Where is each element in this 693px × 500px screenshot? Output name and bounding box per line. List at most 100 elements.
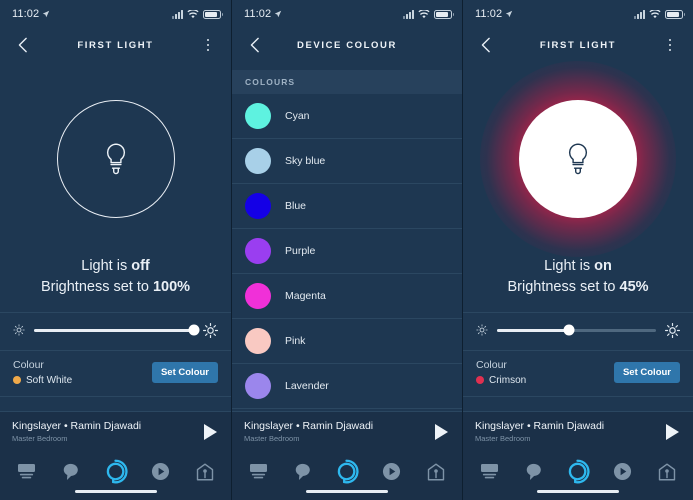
panel-device-detail-on: 11:02 FIRST LIGHT Light is on Brightness… [462, 0, 693, 500]
overflow-menu-button[interactable] [659, 34, 681, 56]
page-title: DEVICE COLOUR [297, 39, 397, 51]
play-circle-icon [151, 462, 169, 481]
brightness-slider-thumb[interactable] [563, 324, 575, 336]
tab-communicate[interactable] [55, 458, 87, 486]
light-bulb-icon [106, 143, 125, 175]
colour-swatch-dot [13, 376, 21, 384]
light-bulb-icon [568, 143, 588, 175]
brightness-state-prefix: Brightness set to [40, 278, 153, 295]
back-button[interactable] [244, 34, 266, 56]
set-colour-button[interactable]: Set Colour [613, 361, 680, 383]
tab-play[interactable] [606, 458, 638, 486]
tab-play[interactable] [375, 458, 407, 486]
play-icon[interactable] [204, 423, 217, 440]
overflow-menu-button[interactable] [197, 34, 219, 56]
power-state-line: Light is off [10, 256, 221, 277]
colours-section-header: COLOURS [232, 70, 462, 94]
status-time: 11:02 [12, 8, 50, 20]
tab-communicate[interactable] [287, 458, 319, 486]
status-bar: 11:02 [0, 0, 231, 28]
colour-swatch [245, 283, 271, 309]
tab-devices[interactable] [189, 458, 221, 486]
brightness-slider-fill [497, 328, 569, 332]
tab-alexa[interactable] [331, 458, 363, 486]
home-indicator [463, 489, 693, 500]
list-item[interactable]: Sky blue [232, 139, 462, 184]
communicate-bubble-icon [526, 463, 541, 480]
list-item[interactable]: Pink [232, 319, 462, 364]
colour-options-list: Cyan Sky blue Blue Purple Magenta Pink L… [232, 94, 462, 411]
device-state-text: Light is on Brightness set to 45% [463, 256, 693, 312]
media-info: Kingslayer • Ramin Djawadi Master Bedroo… [12, 420, 141, 444]
device-hero [0, 62, 231, 256]
nav-bar: FIRST LIGHT [463, 28, 693, 62]
device-hero [463, 60, 693, 257]
colour-swatch [245, 103, 271, 129]
screenshot-triptych: 11:02 FIRST LIGHT Light is off Brightnes… [0, 0, 693, 500]
brightness-slider-thumb[interactable] [188, 324, 200, 336]
tab-devices[interactable] [651, 458, 683, 486]
brightness-state-line: Brightness set to 45% [473, 277, 683, 298]
brightness-state-value: 100% [152, 278, 191, 295]
colour-info: Colour Crimson [476, 359, 526, 386]
brightness-slider-track[interactable] [497, 324, 656, 336]
communicate-bubble-icon [295, 463, 310, 480]
play-icon[interactable] [435, 423, 448, 440]
nav-bar: FIRST LIGHT [0, 28, 231, 62]
list-item[interactable]: Purple [232, 229, 462, 274]
colour-swatch [245, 328, 271, 354]
power-state-value: off [131, 257, 150, 274]
tab-devices[interactable] [420, 458, 452, 486]
panel-bottom-spacer [463, 397, 693, 411]
power-state-prefix: Light is [544, 257, 595, 274]
brightness-slider-track[interactable] [34, 324, 200, 336]
list-item[interactable]: Lavender [232, 364, 462, 409]
play-icon[interactable] [666, 423, 679, 440]
status-indicators [403, 9, 454, 19]
brightness-slider-row [463, 311, 693, 350]
colour-swatch [245, 373, 271, 399]
tab-home-feed[interactable] [242, 458, 274, 486]
list-item[interactable]: Cyan [232, 94, 462, 139]
colour-option-label: Lavender [285, 380, 329, 392]
status-time-label: 11:02 [244, 8, 272, 20]
media-info: Kingslayer • Ramin Djawadi Master Bedroo… [244, 420, 373, 444]
media-device: Master Bedroom [244, 433, 300, 443]
media-bar[interactable]: Kingslayer • Ramin Djawadi Master Bedroo… [463, 410, 693, 451]
tab-home-feed[interactable] [473, 458, 505, 486]
tab-play[interactable] [144, 458, 176, 486]
set-colour-button[interactable]: Set Colour [151, 361, 218, 383]
colour-value-label: Soft White [26, 374, 73, 386]
panel-bottom-spacer [0, 397, 231, 411]
home-feed-icon [17, 463, 35, 479]
colour-setting-row: Colour Soft White Set Colour [0, 349, 231, 397]
media-bar[interactable]: Kingslayer • Ramin Djawadi Master Bedroo… [232, 410, 462, 451]
wifi-icon [418, 9, 430, 18]
tab-alexa[interactable] [99, 458, 131, 486]
home-feed-icon [480, 463, 498, 479]
panel-device-detail-off: 11:02 FIRST LIGHT Light is off Brightnes… [0, 0, 231, 500]
list-item[interactable]: Magenta [232, 274, 462, 319]
tab-home-feed[interactable] [10, 458, 42, 486]
media-bar[interactable]: Kingslayer • Ramin Djawadi Master Bedroo… [0, 410, 231, 451]
status-bar: 11:02 [463, 0, 693, 28]
chevron-left-icon [18, 37, 27, 53]
list-item[interactable]: Blue [232, 184, 462, 229]
colour-swatch [245, 193, 271, 219]
colour-option-label: Sky blue [285, 155, 326, 167]
tab-communicate[interactable] [518, 458, 550, 486]
colour-option-label: Pink [285, 335, 306, 347]
battery-icon [665, 9, 685, 19]
cellular-signal-icon [634, 9, 645, 19]
status-time-label: 11:02 [12, 8, 40, 20]
power-toggle-circle[interactable] [519, 99, 637, 218]
wifi-icon [649, 9, 661, 18]
back-button[interactable] [475, 34, 497, 56]
power-toggle-circle[interactable] [56, 99, 175, 218]
power-state-prefix: Light is [81, 257, 132, 274]
overflow-menu-icon [206, 38, 210, 52]
alexa-ring-icon [338, 459, 359, 484]
home-feed-icon [249, 463, 267, 479]
tab-alexa[interactable] [562, 458, 594, 486]
back-button[interactable] [12, 34, 34, 56]
